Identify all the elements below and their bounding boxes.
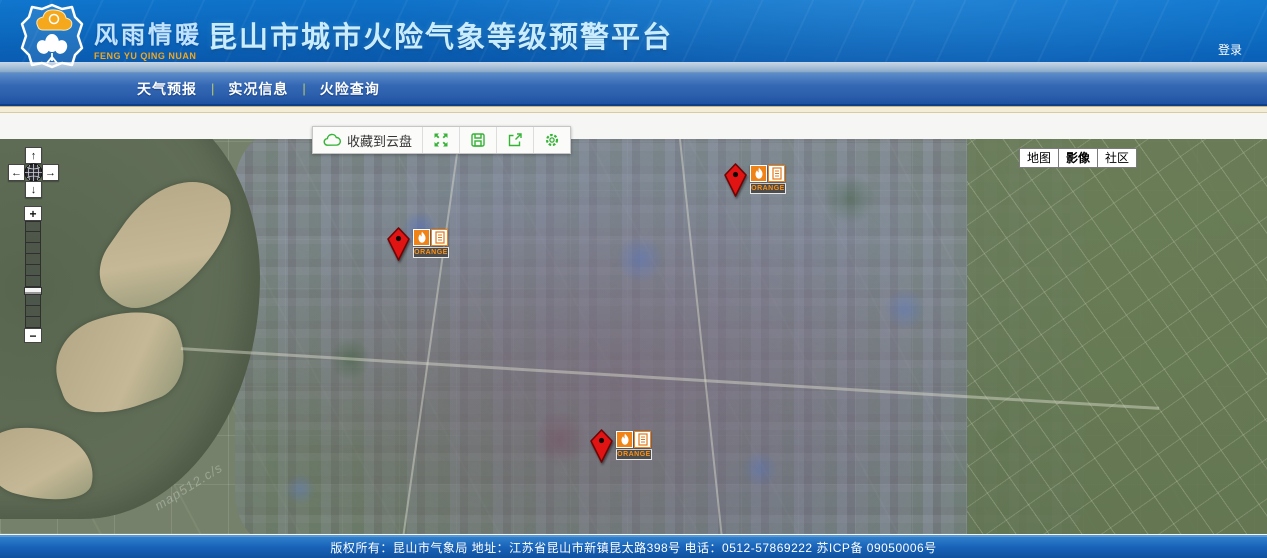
content-divider: [0, 106, 1267, 113]
footer: 版权所有：昆山市气象局 地址：江苏省昆山市新镇昆太路398号 电话：0512-5…: [0, 535, 1267, 558]
fullscreen-button[interactable]: [423, 127, 460, 153]
warning-level-label: ORANGE: [413, 247, 449, 258]
login-link[interactable]: 登录: [1218, 41, 1242, 58]
report-icon[interactable]: [768, 165, 785, 182]
flame-icon[interactable]: [616, 431, 633, 448]
page-background-gap: [0, 113, 1267, 139]
fire-warning-marker[interactable]: ORANGE: [387, 227, 449, 261]
report-icon[interactable]: [431, 229, 448, 246]
zoom-slider-handle[interactable]: [24, 287, 42, 295]
fullscreen-icon: [433, 132, 449, 148]
map-pin-icon[interactable]: [387, 227, 410, 261]
page-title: 昆山市城市火险气象等级预警平台: [208, 14, 673, 56]
map-farmland-area: [967, 139, 1267, 534]
nav-separator: |: [302, 81, 305, 96]
flame-icon[interactable]: [750, 165, 767, 182]
satellite-imagery[interactable]: map512.c/s: [0, 139, 1267, 534]
zoom-level-segment[interactable]: [25, 243, 41, 254]
logo-title-en: FENG YU QING NUAN: [94, 51, 202, 61]
zoom-level-segment[interactable]: [25, 265, 41, 276]
settings-button[interactable]: [534, 127, 570, 153]
nav-item-weather-forecast[interactable]: 天气预报: [137, 79, 197, 99]
map-pin-icon[interactable]: [590, 429, 613, 463]
zoom-out-button[interactable]: −: [24, 328, 42, 343]
pan-left-button[interactable]: ←: [8, 164, 25, 181]
zoom-level-segment[interactable]: [25, 232, 41, 243]
copyright-text: 版权所有：昆山市气象局 地址：江苏省昆山市新镇昆太路398号 电话：0512-5…: [330, 539, 936, 556]
map-toolbar: 收藏到云盘: [312, 126, 571, 154]
zoom-level-segment[interactable]: [25, 306, 41, 317]
map-zoom-control: + −: [24, 206, 42, 343]
warning-level-label: ORANGE: [750, 183, 786, 194]
map-pin-icon[interactable]: [724, 163, 747, 197]
cloud-icon: [323, 133, 341, 147]
pan-right-button[interactable]: →: [42, 164, 59, 181]
main-nav: 天气预报 | 实况信息 | 火险查询: [0, 73, 1267, 106]
warning-badge-group[interactable]: ORANGE: [750, 165, 786, 194]
report-icon[interactable]: [634, 431, 651, 448]
nav-item-fire-risk-query[interactable]: 火险查询: [320, 79, 380, 99]
save-icon: [470, 132, 486, 148]
share-button[interactable]: [497, 127, 534, 153]
zoom-slider-track[interactable]: [25, 221, 41, 328]
warning-badge-group[interactable]: ORANGE: [413, 229, 449, 258]
zoom-in-button[interactable]: +: [24, 206, 42, 221]
save-to-cloud-label: 收藏到云盘: [347, 131, 412, 150]
warning-level-label: ORANGE: [616, 449, 652, 460]
warning-badge-group[interactable]: ORANGE: [616, 431, 652, 460]
zoom-level-segment[interactable]: [25, 276, 41, 287]
share-icon: [507, 132, 523, 148]
logo-title-cn: 风雨情暖: [94, 15, 202, 50]
pan-up-button[interactable]: ↑: [25, 147, 42, 164]
nav-item-live-info[interactable]: 实况信息: [228, 79, 288, 99]
fire-warning-marker[interactable]: ORANGE: [724, 163, 786, 197]
brand: 风雨情暖 FENG YU QING NUAN: [20, 3, 202, 69]
zoom-level-segment[interactable]: [25, 254, 41, 265]
save-button[interactable]: [460, 127, 497, 153]
header: 风雨情暖 FENG YU QING NUAN 昆山市城市火险气象等级预警平台 登…: [0, 0, 1267, 62]
map-pan-control: ↑ ← → ↓: [8, 147, 60, 199]
page: 风雨情暖 FENG YU QING NUAN 昆山市城市火险气象等级预警平台 登…: [0, 0, 1267, 558]
zoom-level-segment[interactable]: [25, 317, 41, 328]
pan-down-button[interactable]: ↓: [25, 181, 42, 198]
map-type-community-button[interactable]: 社区: [1097, 148, 1137, 168]
map-type-switcher: 地图 影像 社区: [1020, 148, 1137, 168]
cloud-flower-logo-icon: [20, 3, 84, 69]
nav-separator: |: [211, 81, 214, 96]
map-type-map-button[interactable]: 地图: [1019, 148, 1059, 168]
save-to-cloud-button[interactable]: 收藏到云盘: [313, 127, 423, 153]
map-container[interactable]: map512.c/s 收藏到云盘: [0, 139, 1267, 534]
map-type-imagery-button[interactable]: 影像: [1058, 148, 1098, 168]
logo-text: 风雨情暖 FENG YU QING NUAN: [94, 15, 202, 61]
globe-icon[interactable]: [24, 163, 43, 182]
fire-warning-marker[interactable]: ORANGE: [590, 429, 652, 463]
flame-icon[interactable]: [413, 229, 430, 246]
zoom-level-segment[interactable]: [25, 295, 41, 306]
settings-icon: [544, 132, 560, 148]
zoom-level-segment[interactable]: [25, 221, 41, 232]
